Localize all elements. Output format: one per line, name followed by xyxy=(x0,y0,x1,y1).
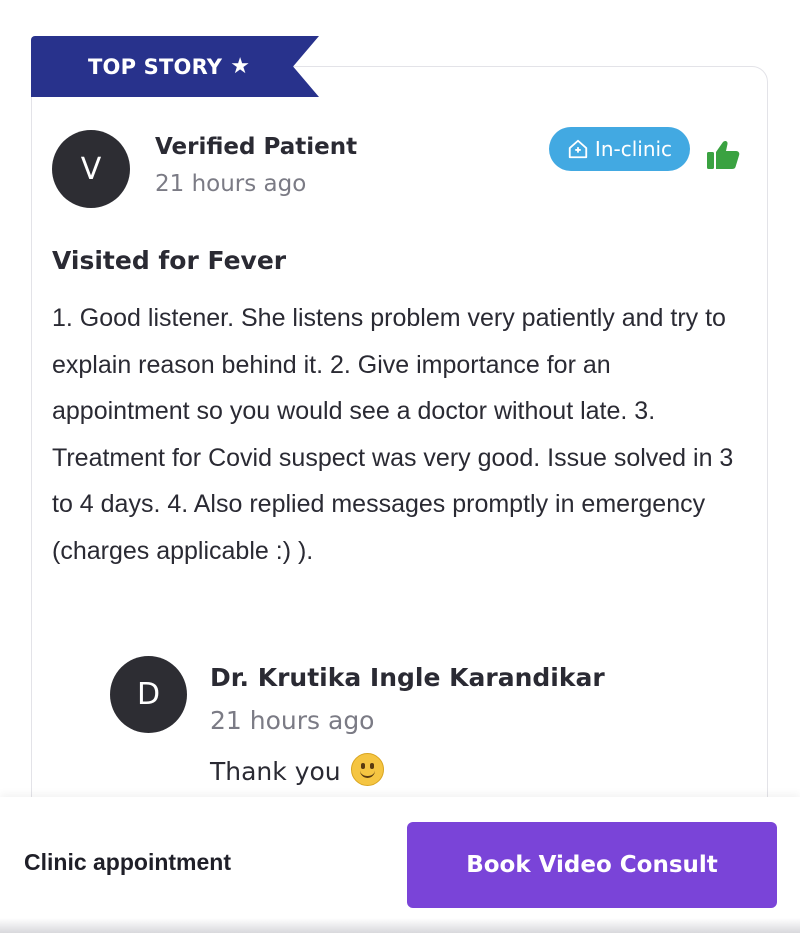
smiley-icon xyxy=(350,753,384,786)
doctor-name: Dr. Krutika Ingle Karandikar xyxy=(210,663,605,692)
thumbs-up-icon[interactable] xyxy=(705,139,741,171)
in-clinic-badge: In-clinic xyxy=(549,127,690,171)
bottom-action-bar: Clinic appointment Book Video Consult xyxy=(0,797,800,933)
reply-time: 21 hours ago xyxy=(210,706,375,735)
reviewer-avatar: V xyxy=(52,130,130,208)
reply-message: Thank you xyxy=(210,753,384,786)
reply-text: Thank you xyxy=(210,757,341,786)
top-story-ribbon: TOP STORY ★ xyxy=(31,36,319,97)
doctor-avatar: D xyxy=(110,656,187,733)
star-icon: ★ xyxy=(230,53,250,79)
ribbon-label: TOP STORY xyxy=(88,54,223,79)
visited-for-heading: Visited for Fever xyxy=(52,246,287,275)
review-time: 21 hours ago xyxy=(155,171,307,197)
bottom-shadow xyxy=(0,918,800,933)
reviewer-name: Verified Patient xyxy=(155,134,358,160)
clinic-appointment-link[interactable]: Clinic appointment xyxy=(24,849,231,876)
book-video-consult-button[interactable]: Book Video Consult xyxy=(407,822,777,908)
clinic-home-icon xyxy=(568,139,588,159)
review-text: 1. Good listener. She listens problem ve… xyxy=(52,304,734,565)
badge-label: In-clinic xyxy=(594,137,673,161)
